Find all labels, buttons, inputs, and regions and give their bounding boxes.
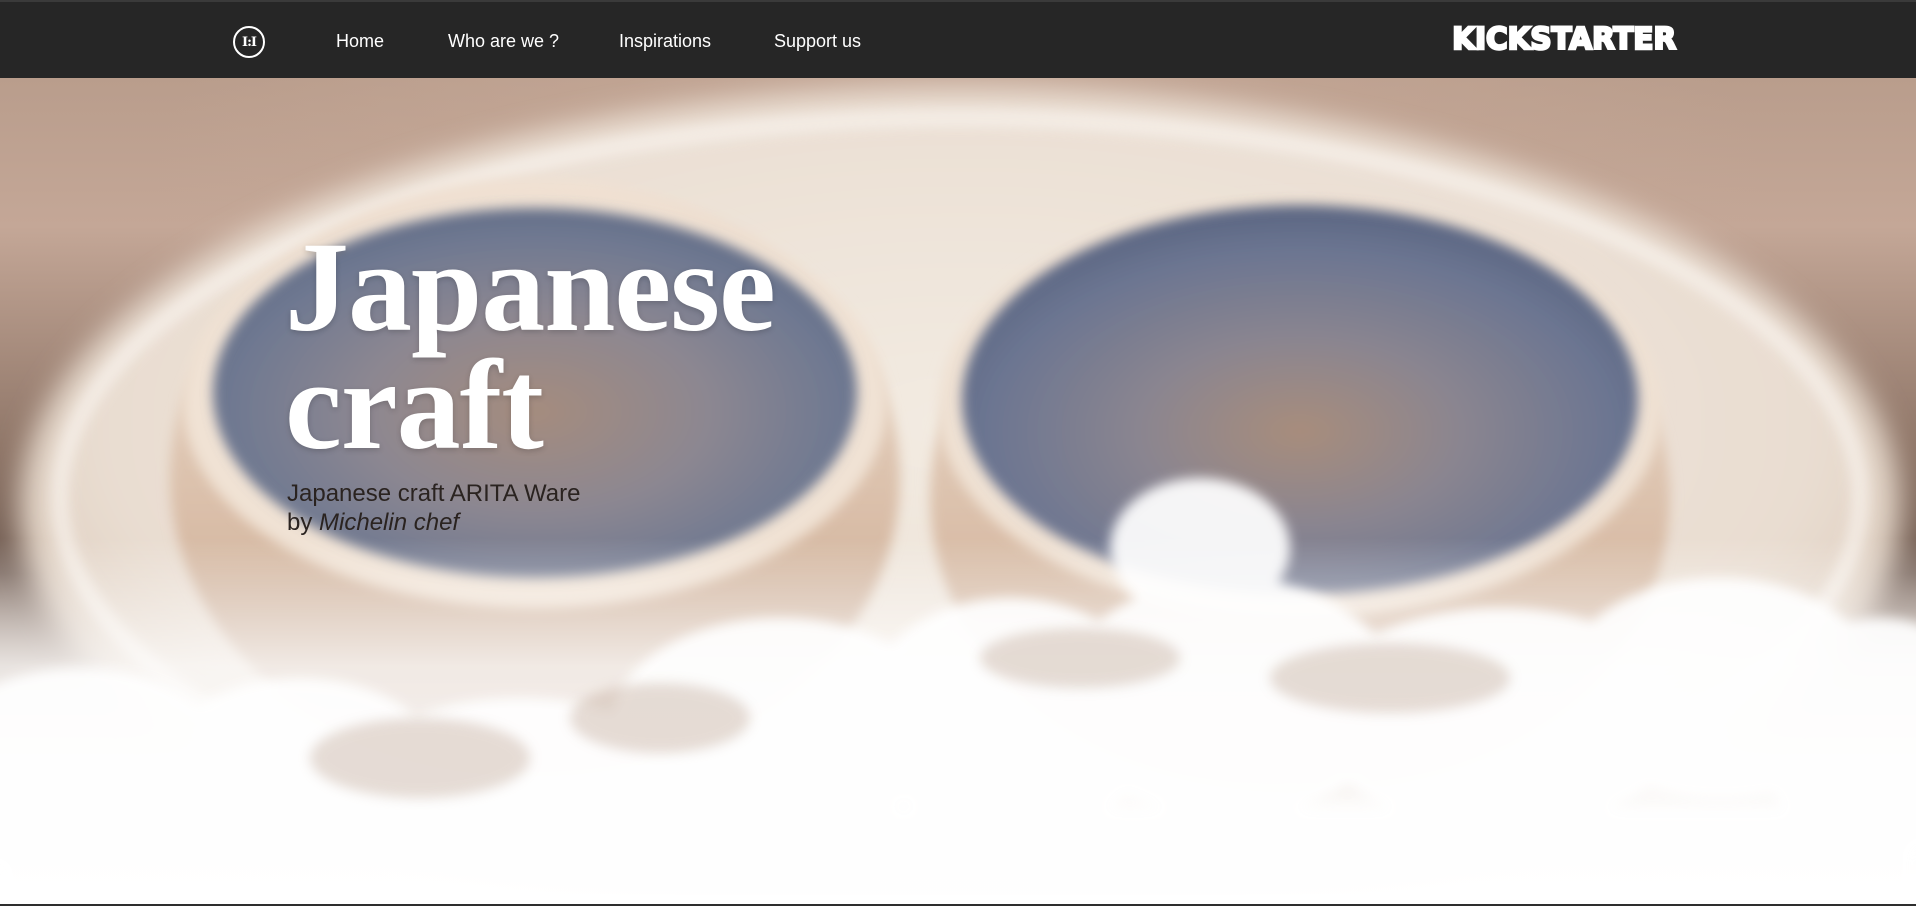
nav-who-are-we-link[interactable]: Who are we ? — [448, 31, 559, 52]
right-bowl-inner — [962, 205, 1638, 595]
kickstarter-logo[interactable]: KICKSTARTER — [1451, 20, 1677, 60]
hero-subtitle: Japanese craft ARITA Ware by Michelin ch… — [287, 479, 580, 537]
hero-subtitle-by: by — [287, 509, 320, 536]
nav-home-link[interactable]: Home — [336, 31, 384, 52]
hero-subtitle-chef: Michelin chef — [319, 509, 460, 536]
hero-title: Japanese craft — [285, 223, 905, 469]
top-navigation-bar: I:I Home Who are we ? Inspirations Suppo… — [0, 0, 1916, 78]
page: I:I Home Who are we ? Inspirations Suppo… — [0, 0, 1916, 906]
hero-title-line-2: craft — [285, 334, 544, 476]
nav-support-us-link[interactable]: Support us — [774, 31, 861, 52]
nav-inspirations-link[interactable]: Inspirations — [619, 31, 711, 52]
site-logo-icon[interactable]: I:I — [233, 26, 265, 58]
hero-subtitle-line-1: Japanese craft ARITA Ware — [287, 480, 581, 507]
hero-section: Japanese craft Japanese craft ARITA Ware… — [0, 78, 1916, 904]
